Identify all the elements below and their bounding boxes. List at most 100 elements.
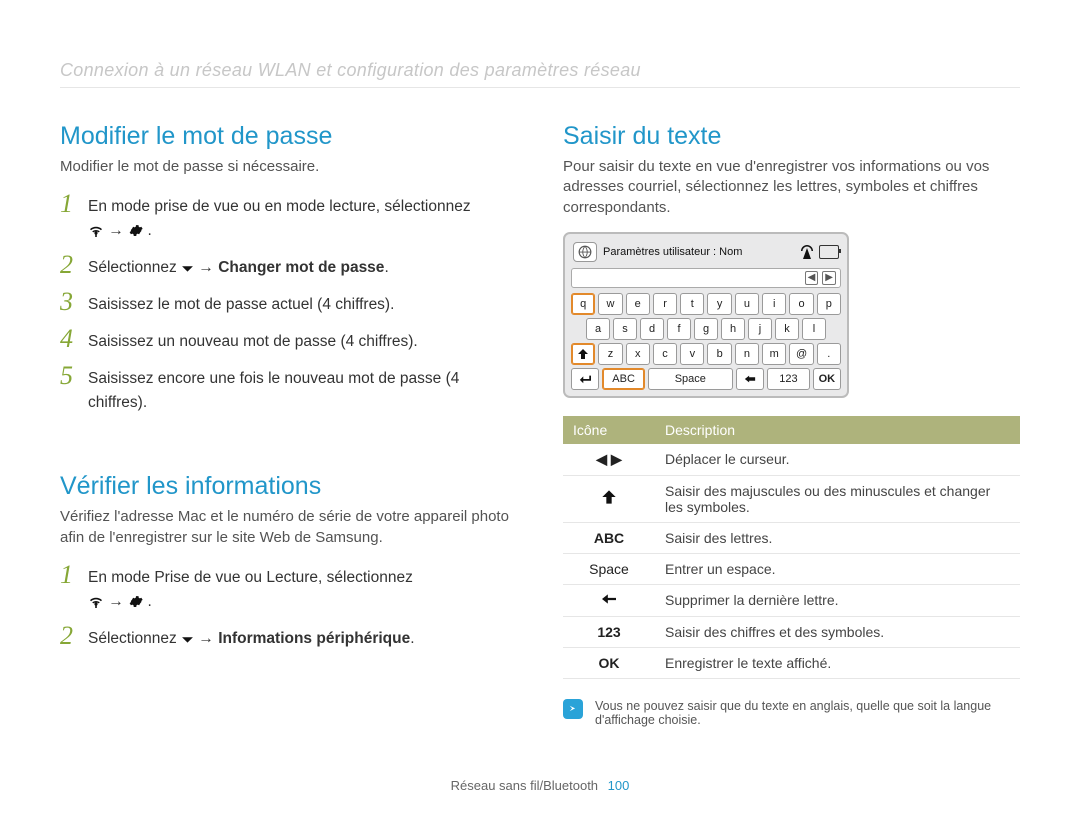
space-key: Space (648, 368, 733, 390)
step-text: En mode Prise de vue ou Lecture, sélecti… (88, 562, 413, 614)
step-text: Sélectionnez → Changer mot de passe. (88, 252, 389, 280)
step-text: Sélectionnez → Informations périphérique… (88, 623, 415, 651)
key: p (817, 293, 841, 315)
keyboard-title: Paramètres utilisateur : Nom (603, 246, 795, 258)
table-icon-cell: ABC (563, 522, 655, 553)
globe-icon (573, 242, 597, 262)
table-desc-cell: Saisir des majuscules ou des minuscules … (655, 475, 1020, 522)
key: k (775, 318, 799, 340)
section-title-enter: Saisir du texte (563, 122, 1020, 151)
step-text: Saisissez un nouveau mot de passe (4 chi… (88, 326, 418, 354)
key: r (653, 293, 677, 315)
section-lead: Vérifiez l'adresse Mac et le numéro de s… (60, 507, 517, 548)
cursor-left-key: ◀ (805, 271, 819, 285)
key: e (626, 293, 650, 315)
chevron-down-icon (181, 264, 194, 275)
section-lead: Pour saisir du texte en vue d'enregistre… (563, 157, 1020, 218)
table-icon-cell: Space (563, 553, 655, 584)
step-number: 5 (60, 363, 84, 389)
key: y (707, 293, 731, 315)
table-row: Saisir des majuscules ou des minuscules … (563, 475, 1020, 522)
key: s (613, 318, 637, 340)
key: b (707, 343, 731, 365)
step-text: En mode prise de vue ou en mode lecture,… (88, 191, 471, 243)
table-desc-cell: Supprimer la dernière lettre. (655, 584, 1020, 616)
ok-key: OK (813, 368, 841, 390)
step-text: Saisissez encore une fois le nouveau mot… (88, 363, 517, 415)
table-icon-cell: ◀ ▶ (563, 444, 655, 476)
key: n (735, 343, 759, 365)
key: c (653, 343, 677, 365)
key: t (680, 293, 704, 315)
key: i (762, 293, 786, 315)
steps-verify: 1 En mode Prise de vue ou Lecture, sélec… (60, 562, 517, 651)
table-icon-cell: 123 (563, 616, 655, 647)
step-number: 2 (60, 623, 84, 649)
wifi-icon (88, 224, 104, 238)
key: h (721, 318, 745, 340)
keyboard-row-3: z x c v b n m @ . (571, 343, 841, 365)
table-header-desc: Description (655, 416, 1020, 444)
key: d (640, 318, 664, 340)
key: w (598, 293, 622, 315)
key: z (598, 343, 622, 365)
section-title-verify: Vérifier les informations (60, 472, 517, 501)
key: o (789, 293, 813, 315)
table-row: 123 Saisir des chiffres et des symboles. (563, 616, 1020, 647)
section-title-password: Modifier le mot de passe (60, 122, 517, 151)
note-text: Vous ne pouvez saisir que du texte en an… (595, 699, 1020, 727)
key: q (571, 293, 595, 315)
gear-icon (128, 223, 143, 238)
keyboard-row-2: a s d f g h j k l (571, 318, 841, 340)
key: x (626, 343, 650, 365)
chevron-down-icon (181, 635, 194, 646)
note: Vous ne pouvez saisir que du texte en an… (563, 699, 1020, 727)
step-number: 1 (60, 562, 84, 588)
table-icon-cell (563, 584, 655, 616)
num-key: 123 (767, 368, 810, 390)
battery-icon (819, 245, 839, 259)
breadcrumb: Connexion à un réseau WLAN et configurat… (60, 60, 1020, 88)
table-icon-cell (563, 475, 655, 522)
footer-section: Réseau sans fil/Bluetooth (451, 778, 598, 793)
step-text: Saisissez le mot de passe actuel (4 chif… (88, 289, 394, 317)
keyboard-row-bottom: ABC Space 123 OK (571, 368, 841, 390)
page-footer: Réseau sans fil/Bluetooth 100 (0, 778, 1080, 793)
keyboard-row-1: q w e r t y u i o p (571, 293, 841, 315)
shift-key (571, 343, 595, 365)
key: m (762, 343, 786, 365)
key: l (802, 318, 826, 340)
step-number: 2 (60, 252, 84, 278)
section-lead: Modifier le mot de passe si nécessaire. (60, 157, 517, 177)
table-desc-cell: Entrer un espace. (655, 553, 1020, 584)
table-desc-cell: Enregistrer le texte affiché. (655, 647, 1020, 678)
key: u (735, 293, 759, 315)
table-desc-cell: Saisir des chiffres et des symboles. (655, 616, 1020, 647)
signal-icon (801, 245, 813, 259)
table-row: ABC Saisir des lettres. (563, 522, 1020, 553)
key: f (667, 318, 691, 340)
key: @ (789, 343, 813, 365)
key: g (694, 318, 718, 340)
step-number: 4 (60, 326, 84, 352)
table-row: OK Enregistrer le texte affiché. (563, 647, 1020, 678)
cursor-right-key: ▶ (822, 271, 836, 285)
table-row: Space Entrer un espace. (563, 553, 1020, 584)
icon-description-table: Icône Description ◀ ▶ Déplacer le curseu… (563, 416, 1020, 679)
key: v (680, 343, 704, 365)
steps-password: 1 En mode prise de vue ou en mode lectur… (60, 191, 517, 415)
table-desc-cell: Saisir des lettres. (655, 522, 1020, 553)
table-desc-cell: Déplacer le curseur. (655, 444, 1020, 476)
right-column: Saisir du texte Pour saisir du texte en … (563, 122, 1020, 727)
key: . (817, 343, 841, 365)
footer-page-number: 100 (608, 778, 630, 793)
keyboard-input: ◀ ▶ (571, 268, 841, 288)
step-number: 3 (60, 289, 84, 315)
gear-icon (128, 594, 143, 609)
key: a (586, 318, 610, 340)
table-row: ◀ ▶ Déplacer le curseur. (563, 444, 1020, 476)
table-header-icon: Icône (563, 416, 655, 444)
backspace-key (736, 368, 764, 390)
step-number: 1 (60, 191, 84, 217)
onscreen-keyboard: Paramètres utilisateur : Nom ◀ ▶ q w e r… (563, 232, 849, 398)
